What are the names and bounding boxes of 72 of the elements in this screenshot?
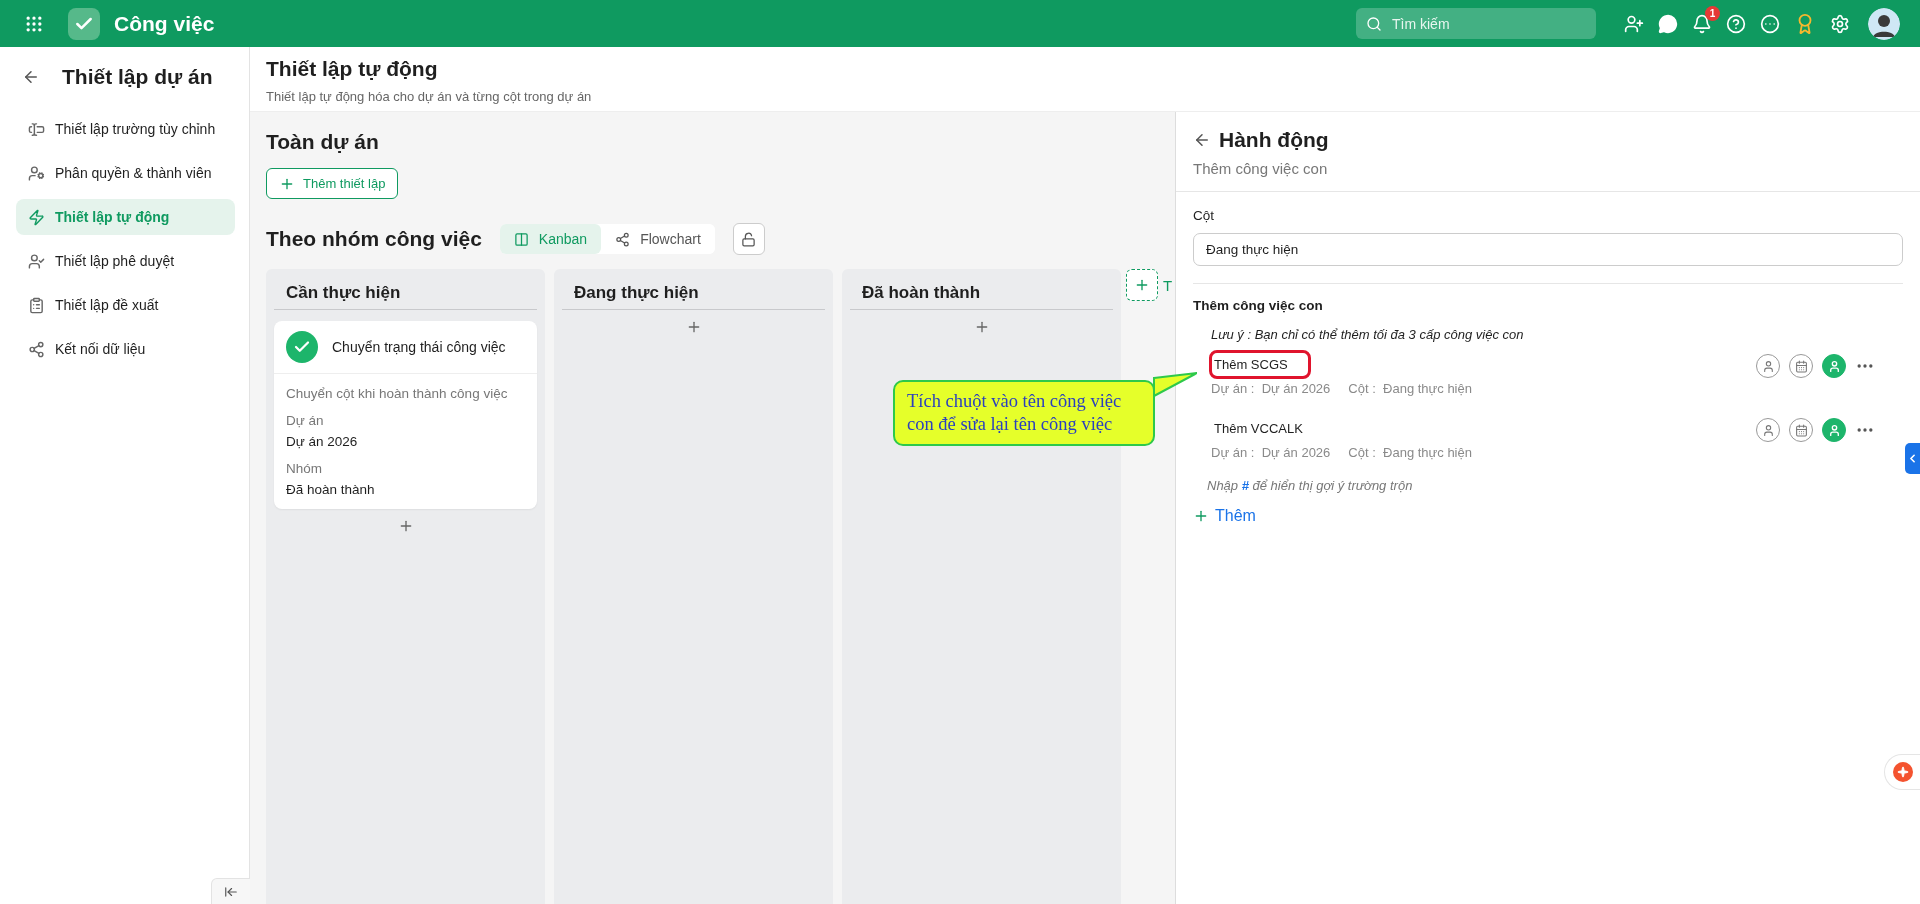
help-icon[interactable] [1726, 13, 1746, 34]
ai-assistant-icon[interactable] [1884, 754, 1920, 790]
page-title: Thiết lập tự động [266, 57, 439, 81]
user-icon[interactable] [1822, 418, 1846, 442]
add-column-icon[interactable] [1126, 269, 1158, 301]
unlock-icon[interactable] [732, 223, 765, 255]
check-icon [286, 331, 318, 363]
settings-icon[interactable] [1830, 13, 1850, 34]
chat-icon[interactable] [1658, 13, 1678, 34]
field-value: Đã hoàn thành [286, 482, 376, 497]
field-label: Cột [1193, 208, 1215, 223]
subtask-meta: Dự án : Dự án 2026 [1211, 381, 1331, 396]
subtask-name[interactable]: Thêm VCCALK [1209, 414, 1326, 443]
section-title: Toàn dự án [266, 130, 380, 154]
assignee-icon[interactable] [1756, 418, 1780, 442]
add-setting-button[interactable]: Thêm thiết lập [266, 168, 399, 199]
plus-icon [1193, 508, 1209, 524]
assignee-icon[interactable] [1756, 354, 1780, 378]
sidebar-item[interactable]: Thiết lập phê duyệt [16, 243, 235, 279]
back-icon[interactable] [1193, 131, 1211, 149]
hint-text: Nhập # để hiển thị gợi ý trường trộn [1206, 478, 1414, 493]
field-label: Dự án [286, 413, 325, 428]
app-logo-icon [68, 7, 100, 40]
app-title: Công việc [114, 11, 215, 36]
search-input[interactable]: Tìm kiếm [1390, 14, 1570, 33]
sidebar-item[interactable]: Kết nối dữ liệu [16, 331, 235, 367]
add-subtask-button[interactable]: Thêm [1193, 507, 1256, 525]
subtask-name[interactable]: Thêm SCGS [1209, 350, 1311, 379]
subtask-meta: Cột : Đang thực hiện [1348, 381, 1472, 396]
page-subtitle: Thiết lập tự động hóa cho dự án và từng cột trong dự án [266, 89, 593, 104]
sidebar-item[interactable]: Thiết lập đề xuất [16, 287, 235, 323]
user-gear-icon [28, 164, 45, 182]
share-icon [28, 340, 45, 358]
field-value: Dự án 2026 [286, 434, 359, 449]
more-icon[interactable] [1760, 13, 1780, 34]
column-title: Đã hoàn thành [850, 269, 1113, 310]
columns-icon [513, 231, 529, 247]
search-field[interactable]: Tìm kiếm [1356, 8, 1596, 39]
calendar-icon[interactable] [1789, 418, 1813, 442]
sidebar-item[interactable]: Phân quyền & thành viên [16, 155, 235, 191]
panel-title: Hành động [1219, 128, 1329, 152]
sidebar-title: Thiết lập dự án [62, 65, 213, 89]
callout: Tích chuột vào tên công việc con để sửa lại tên công việc [893, 380, 1155, 447]
section-label: Thêm công việc con [1193, 298, 1324, 313]
share-icon [615, 231, 631, 247]
panel-subtitle: Thêm công việc con [1193, 160, 1329, 177]
section-title: Theo nhóm công việc [266, 227, 482, 251]
field-label: Nhóm [286, 461, 323, 476]
column-title: Cần thực hiện [274, 269, 537, 310]
sidebar-item[interactable]: Thiết lập trường tùy chỉnh [16, 111, 235, 147]
column-title: Đang thực hiện [562, 269, 825, 310]
card-title: Chuyển trạng thái công việc [332, 339, 506, 355]
card-description: Chuyển cột khi hoàn thành công việc [286, 386, 509, 401]
automation-card[interactable]: Chuyển trạng thái công việc Chuyển cột khi hoàn thành công việc Dự án Dự án 2026 Nhóm Đã hoàn thành [274, 321, 537, 509]
calendar-icon[interactable] [1789, 354, 1813, 378]
clipboard-icon [28, 296, 45, 314]
collapse-sidebar-icon[interactable] [211, 878, 251, 904]
note-text: Lưu ý : Bạn chỉ có thể thêm tối đa 3 cấp công việc con [1210, 327, 1525, 342]
expand-icon[interactable] [1905, 443, 1920, 474]
subtask-meta: Dự án : Dự án 2026 [1211, 445, 1331, 460]
back-icon[interactable] [22, 68, 40, 86]
notification-badge: 1 [1705, 5, 1720, 21]
subtask-meta: Cột : Đang thực hiện [1348, 445, 1472, 460]
user-icon[interactable] [1822, 354, 1846, 378]
add-user-icon[interactable] [1624, 13, 1644, 34]
column-field[interactable]: Đang thực hiện [1193, 233, 1903, 266]
notification-icon[interactable] [1692, 13, 1712, 34]
text-field-icon [28, 120, 45, 138]
search-icon [1366, 15, 1382, 32]
user-check-icon [28, 252, 45, 270]
lightning-icon [28, 208, 45, 226]
user-avatar[interactable] [1868, 7, 1900, 40]
